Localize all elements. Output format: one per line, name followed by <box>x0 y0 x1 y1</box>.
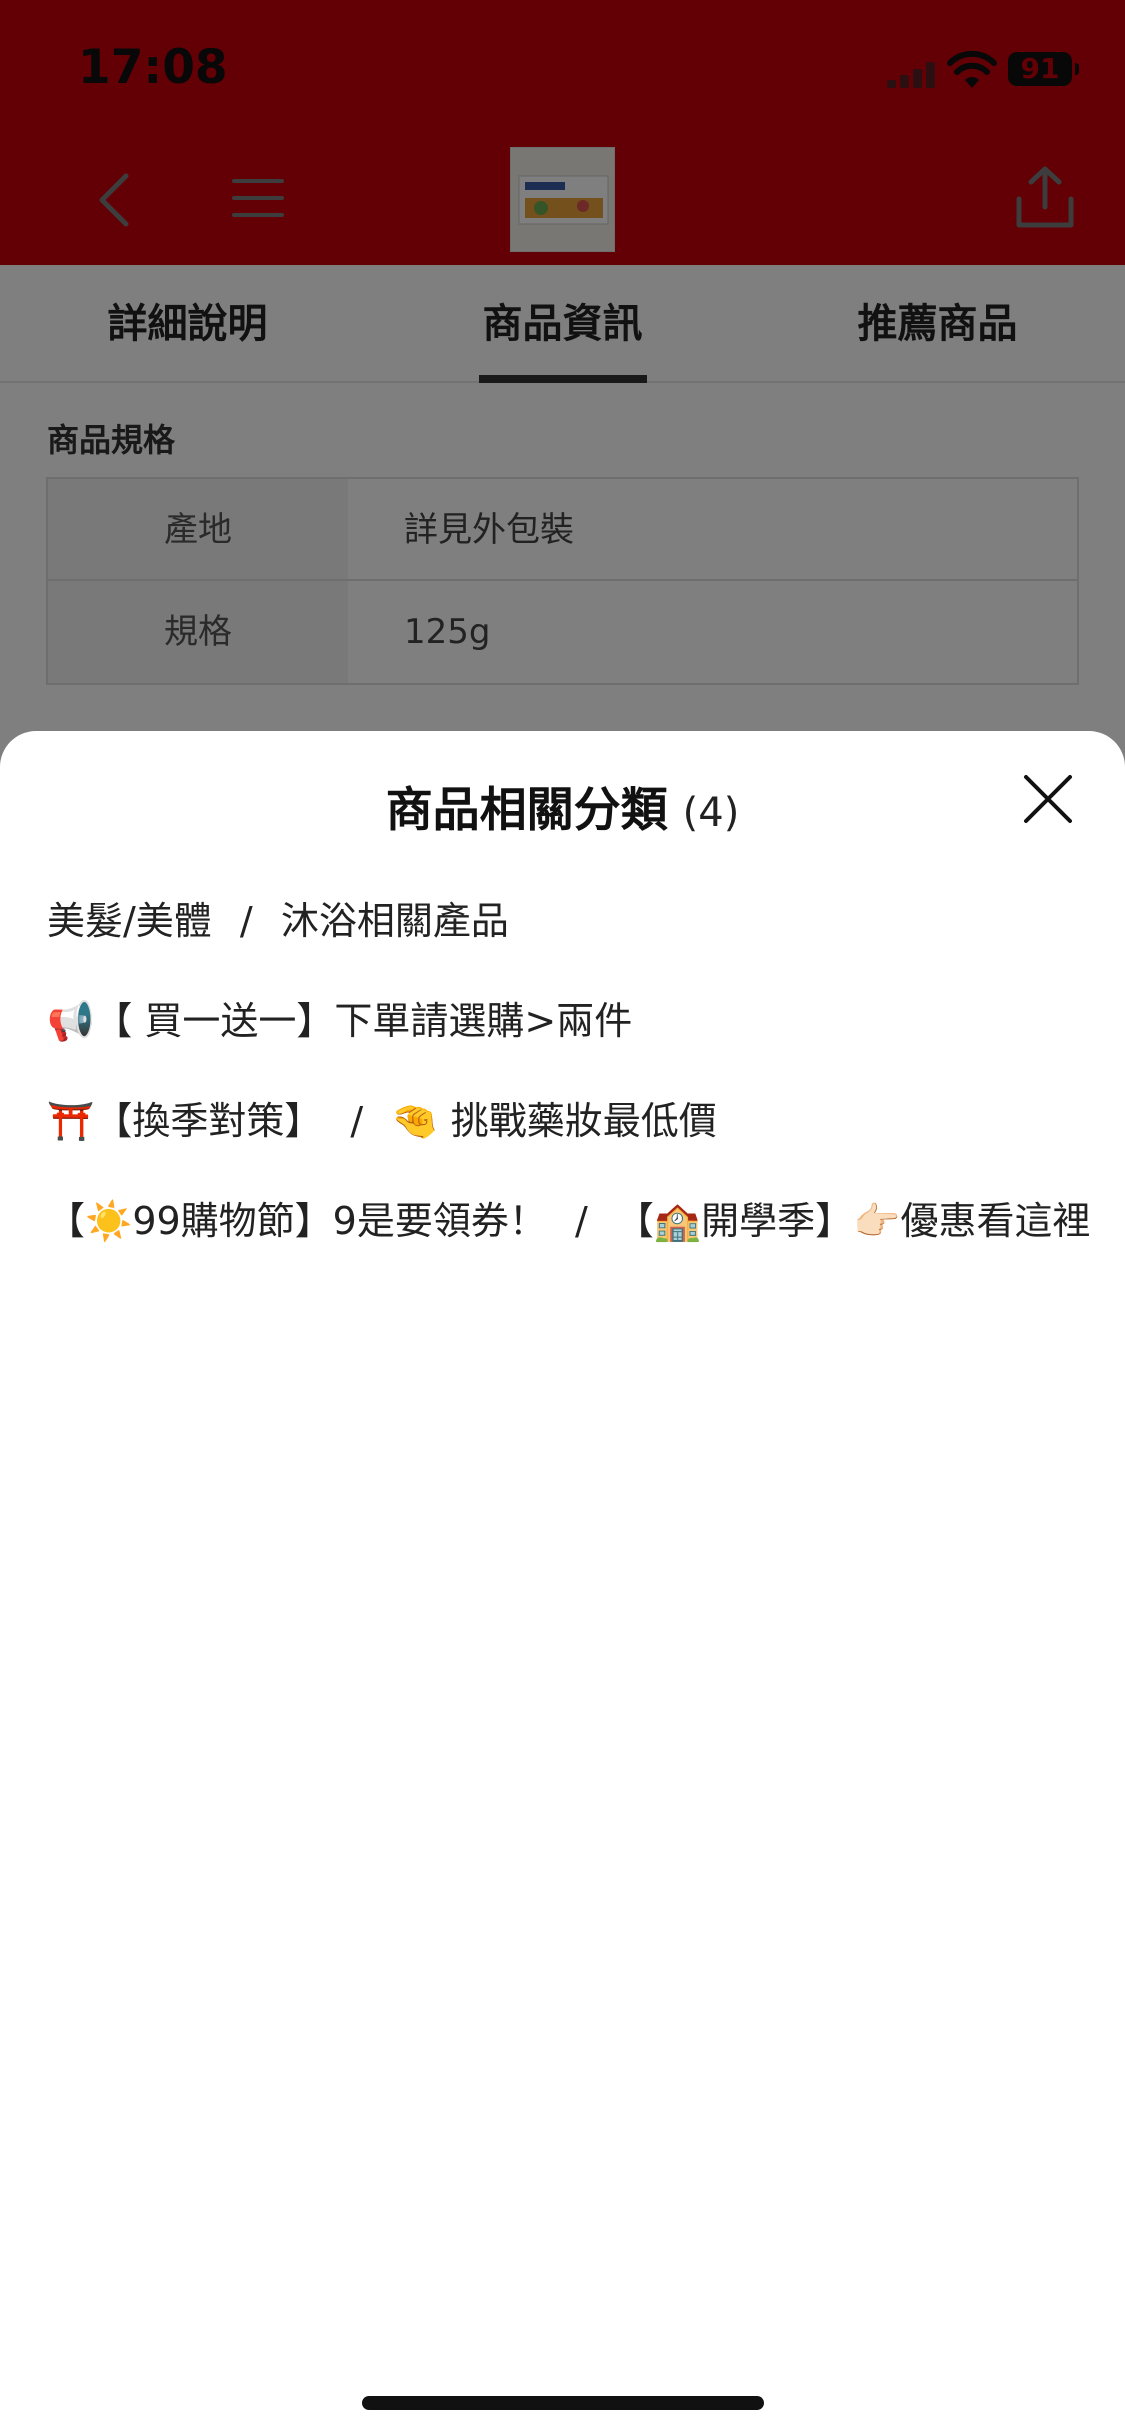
sheet-count: (4) <box>682 790 740 836</box>
category-line: 美髮/美體 / 沐浴相關產品 <box>47 891 1097 991</box>
category-list: 美髮/美體 / 沐浴相關產品 📢【 買一送一】下單請選購>兩件 ⛩️【換季對策】… <box>47 891 1097 1291</box>
home-indicator[interactable] <box>362 2396 764 2410</box>
category-line: ⛩️【換季對策】 / 🤏 挑戰藥妝最低價 <box>47 1091 1097 1191</box>
category-separator: / <box>350 1099 364 1143</box>
category-line: 【☀️99購物節】9是要領券！ / 【🏫開學季】👉🏻優惠看這裡 <box>47 1191 1097 1291</box>
sheet-title-text: 商品相關分類 <box>385 783 668 838</box>
category-line: 📢【 買一送一】下單請選購>兩件 <box>47 991 1097 1091</box>
category-separator: / <box>239 899 253 943</box>
category-separator: / <box>574 1199 588 1243</box>
category-link[interactable]: 沐浴相關產品 <box>281 899 509 943</box>
category-link[interactable]: 【☀️99購物節】9是要領券！ <box>47 1199 547 1243</box>
category-link[interactable]: 🤏 挑戰藥妝最低價 <box>391 1099 716 1143</box>
category-link[interactable]: 美髮/美體 <box>47 899 212 943</box>
category-link[interactable]: 📢【 買一送一】下單請選購>兩件 <box>47 999 632 1043</box>
category-link[interactable]: 【🏫開學季】👉🏻優惠看這裡 <box>616 1199 1091 1243</box>
category-sheet: 商品相關分類 (4) 美髮/美體 / 沐浴相關產品 📢【 買一送一】下單請選購>… <box>0 731 1125 2436</box>
close-icon[interactable] <box>1020 771 1076 827</box>
sheet-title: 商品相關分類 (4) <box>0 771 1125 840</box>
product-page: 17:08 91 <box>0 0 1125 2436</box>
category-link[interactable]: ⛩️【換季對策】 <box>47 1099 322 1143</box>
